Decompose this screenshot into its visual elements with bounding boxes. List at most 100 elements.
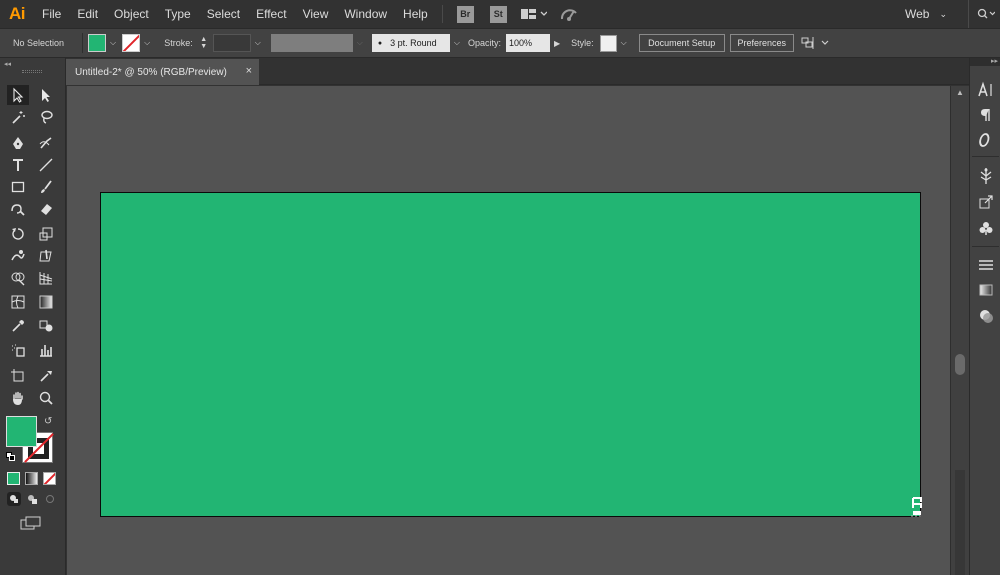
paragraph-icon[interactable] bbox=[976, 105, 996, 125]
brush-definition[interactable]: ● 3 pt. Round bbox=[371, 34, 450, 52]
menu-object[interactable]: Object bbox=[106, 0, 157, 28]
mesh-tool-icon[interactable] bbox=[7, 292, 29, 312]
lasso-tool-icon[interactable] bbox=[35, 107, 57, 127]
opacity-label[interactable]: Opacity: bbox=[468, 38, 501, 48]
type-tool-icon[interactable] bbox=[7, 155, 29, 175]
search-icon[interactable] bbox=[968, 0, 1000, 28]
warp-tool-icon[interactable] bbox=[7, 246, 29, 266]
control-separator bbox=[82, 33, 84, 53]
symbols-icon[interactable] bbox=[976, 166, 996, 186]
chevron-down-icon[interactable]: ⌵ bbox=[357, 38, 363, 48]
stock-button[interactable]: St bbox=[489, 5, 507, 23]
swap-fill-stroke-icon[interactable]: ↺ bbox=[44, 416, 52, 427]
menu-type[interactable]: Type bbox=[157, 0, 199, 28]
menu-view[interactable]: View bbox=[295, 0, 337, 28]
draw-behind-icon[interactable] bbox=[25, 492, 39, 506]
selection-tool-icon[interactable] bbox=[7, 85, 29, 105]
gpu-performance-icon[interactable] bbox=[559, 5, 579, 23]
transparency-icon[interactable] bbox=[976, 306, 996, 326]
chevron-down-icon[interactable]: ⌵ bbox=[454, 38, 460, 48]
eyedropper-tool-icon[interactable] bbox=[7, 316, 29, 336]
rectangle-tool-icon[interactable] bbox=[7, 177, 29, 197]
stroke-color-swatch[interactable] bbox=[122, 34, 141, 52]
eraser-tool-icon[interactable] bbox=[35, 199, 57, 219]
libraries-icon[interactable] bbox=[976, 218, 996, 238]
stroke-label[interactable]: Stroke: bbox=[164, 38, 193, 48]
slice-tool-icon[interactable] bbox=[35, 366, 57, 386]
gradient-panel-icon[interactable] bbox=[976, 280, 996, 300]
none-mode-button[interactable] bbox=[43, 472, 56, 485]
variable-width-profile[interactable] bbox=[270, 34, 353, 52]
line-segment-tool-icon[interactable] bbox=[35, 155, 57, 175]
opentype-icon[interactable] bbox=[976, 130, 996, 150]
direct-selection-tool-icon[interactable] bbox=[35, 85, 57, 105]
change-screen-mode-icon[interactable] bbox=[20, 516, 42, 535]
blend-tool-icon[interactable] bbox=[35, 316, 57, 336]
rotate-tool-icon[interactable] bbox=[7, 224, 29, 244]
scale-tool-icon[interactable] bbox=[35, 224, 57, 244]
symbol-sprayer-tool-icon[interactable] bbox=[7, 340, 29, 360]
draw-normal-icon[interactable] bbox=[7, 492, 21, 506]
preferences-button[interactable]: Preferences bbox=[729, 34, 794, 52]
control-bar: No Selection ⌵ ⌵ Stroke: ▲ ▼ ⌵ ⌵ ● 3 pt. … bbox=[0, 28, 1000, 58]
chevron-down-icon[interactable]: ⌵ bbox=[621, 38, 627, 48]
app-logo: Ai bbox=[9, 4, 26, 23]
color-mode-button[interactable] bbox=[7, 472, 20, 485]
chevron-down-icon[interactable]: ⌵ bbox=[144, 38, 150, 48]
collapse-panel-icon[interactable]: ◂◂ bbox=[4, 60, 11, 68]
vertical-scrollbar[interactable]: ▲ bbox=[950, 86, 969, 575]
menu-select[interactable]: Select bbox=[199, 0, 248, 28]
menu-help[interactable]: Help bbox=[395, 0, 436, 28]
fill-swatch[interactable] bbox=[6, 416, 37, 447]
asset-export-icon[interactable] bbox=[976, 192, 996, 212]
chevron-down-icon[interactable]: ⌵ bbox=[110, 38, 116, 48]
document-tab[interactable]: Untitled-2* @ 50% (RGB/Preview) × bbox=[66, 59, 259, 85]
document-setup-button[interactable]: Document Setup bbox=[638, 34, 725, 52]
workspace-label: Web bbox=[905, 7, 930, 21]
paintbrush-tool-icon[interactable] bbox=[35, 177, 57, 197]
panel-grip[interactable] bbox=[22, 70, 42, 73]
stroke-panel-icon[interactable] bbox=[976, 255, 996, 275]
arrange-documents-icon[interactable] bbox=[520, 8, 547, 20]
chevron-down-icon[interactable]: ⌵ bbox=[255, 38, 261, 48]
canvas-area[interactable] bbox=[67, 86, 950, 575]
artboard-resize-handle-icon[interactable] bbox=[910, 494, 924, 524]
default-fill-stroke-icon[interactable] bbox=[6, 452, 15, 461]
workspace-switcher[interactable]: Web ⌄ bbox=[905, 0, 947, 28]
menu-effect[interactable]: Effect bbox=[248, 0, 294, 28]
scroll-up-icon[interactable]: ▲ bbox=[956, 88, 964, 97]
scrollbar-thumb[interactable] bbox=[955, 354, 965, 375]
column-graph-tool-icon[interactable] bbox=[35, 340, 57, 360]
character-icon[interactable] bbox=[976, 80, 996, 100]
menu-edit[interactable]: Edit bbox=[69, 0, 106, 28]
opacity-arrow-icon[interactable]: ▶ bbox=[554, 39, 560, 48]
artboard[interactable] bbox=[100, 192, 921, 517]
hand-tool-icon[interactable] bbox=[7, 388, 29, 408]
curvature-tool-icon[interactable] bbox=[35, 133, 57, 153]
gradient-mode-button[interactable] bbox=[25, 472, 38, 485]
align-menu-icon[interactable] bbox=[801, 36, 831, 50]
zoom-tool-icon[interactable] bbox=[35, 388, 57, 408]
menu-window[interactable]: Window bbox=[336, 0, 395, 28]
shaper-tool-icon[interactable] bbox=[7, 199, 29, 219]
expand-panels-icon[interactable]: ▸▸ bbox=[970, 58, 1000, 66]
magic-wand-tool-icon[interactable] bbox=[7, 107, 29, 127]
artboard-tool-icon[interactable] bbox=[7, 366, 29, 386]
menu-file[interactable]: File bbox=[34, 0, 69, 28]
fill-color-swatch[interactable] bbox=[88, 34, 107, 52]
style-label[interactable]: Style: bbox=[571, 38, 594, 48]
graphic-style-swatch[interactable] bbox=[599, 34, 617, 52]
shape-builder-tool-icon[interactable] bbox=[7, 268, 29, 288]
draw-inside-icon[interactable] bbox=[43, 492, 57, 506]
gradient-tool-icon[interactable] bbox=[35, 292, 57, 312]
pen-tool-icon[interactable] bbox=[7, 133, 29, 153]
close-icon[interactable]: × bbox=[246, 65, 252, 77]
stroke-weight-field[interactable] bbox=[212, 34, 251, 52]
opacity-field[interactable]: 100% bbox=[505, 34, 550, 52]
free-transform-tool-icon[interactable] bbox=[35, 246, 57, 266]
perspective-grid-tool-icon[interactable] bbox=[35, 268, 57, 288]
menu-separator bbox=[441, 5, 443, 23]
stroke-weight-stepper[interactable]: ▲ ▼ bbox=[198, 34, 210, 52]
document-tab-bar: Untitled-2* @ 50% (RGB/Preview) × bbox=[66, 58, 969, 85]
bridge-button[interactable]: Br bbox=[456, 5, 474, 23]
